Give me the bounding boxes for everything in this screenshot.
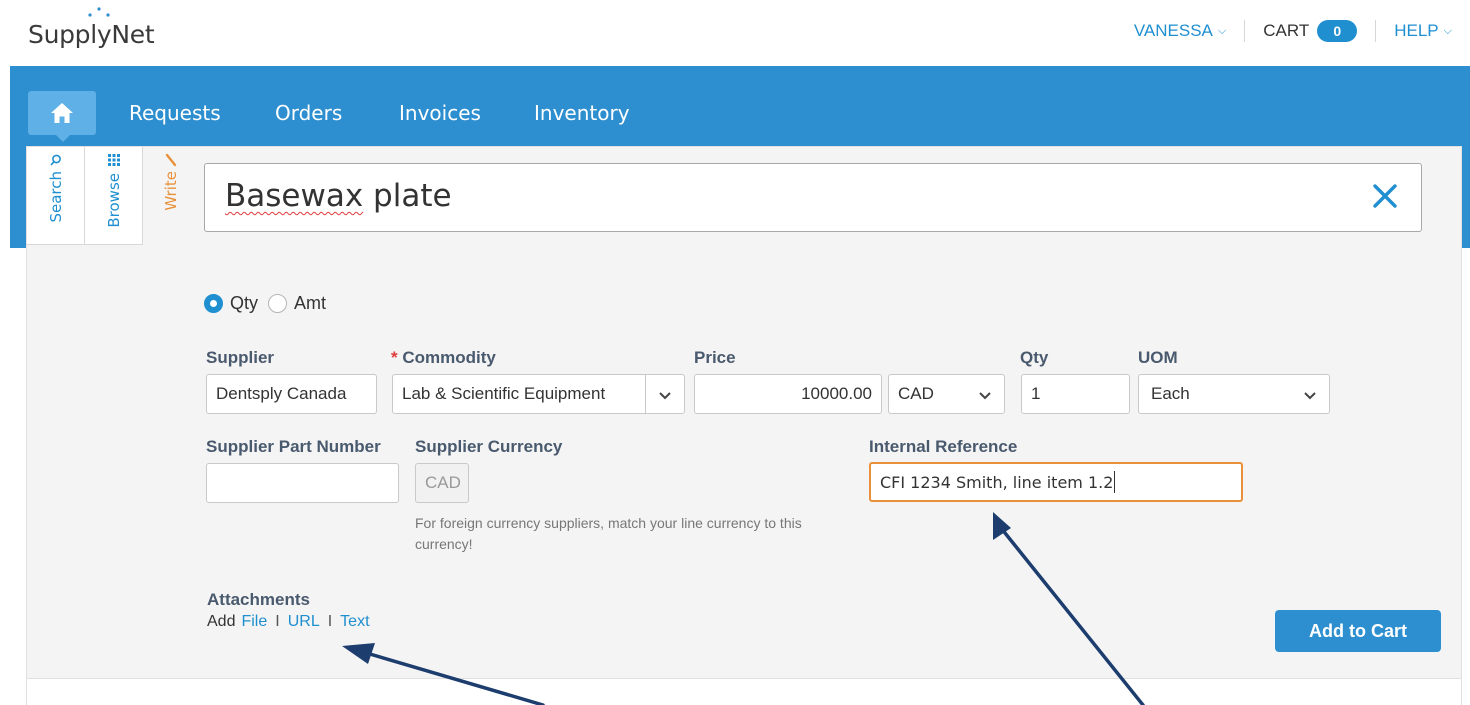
spellcheck-word: Basewax (225, 178, 364, 214)
currency-value: CAD (898, 384, 934, 403)
price-label: Price (694, 348, 736, 367)
internal-reference-input[interactable]: CFI 1234 Smith, line item 1.2 (869, 462, 1243, 502)
qty-radio-label: Qty (230, 293, 259, 313)
commodity-label-text: Commodity (402, 348, 496, 367)
supplier-part-number-input[interactable] (206, 463, 399, 503)
attach-text-link[interactable]: Text (340, 613, 369, 631)
uom-label: UOM (1138, 348, 1178, 367)
commodity-value: Lab & Scientific Equipment (402, 384, 606, 403)
link-separator: I (327, 613, 333, 630)
link-separator: I (275, 613, 280, 630)
panel-footer (26, 679, 1462, 705)
search-icon (49, 154, 61, 166)
chevron-down-icon (979, 392, 991, 400)
item-description-input[interactable]: Basewax plate (204, 163, 1422, 232)
qty-radio[interactable] (204, 294, 223, 313)
tab-browse-label: Browse (104, 173, 123, 228)
amt-radio-label: Amt (294, 293, 327, 313)
item-description-rest: plate (363, 178, 452, 214)
cart-link[interactable]: CART 0 (1263, 20, 1358, 42)
attachments-links: Add File I URL I Text (207, 613, 370, 631)
internal-reference-label: Internal Reference (869, 437, 1018, 456)
chevron-down-icon (659, 392, 671, 400)
supplier-part-number-label: Supplier Part Number (206, 437, 381, 456)
qty-value: 1 (1031, 384, 1041, 403)
user-menu-label: VANESSA (1133, 21, 1213, 40)
supplier-label: Supplier (206, 348, 275, 367)
divider (1244, 20, 1246, 42)
logo-sparkle-icon (88, 7, 110, 17)
cart-count-badge: 0 (1317, 20, 1358, 42)
help-menu[interactable]: HELP ⌵ (1394, 21, 1452, 41)
internal-reference-value: CFI 1234 Smith, line item 1.2 (880, 472, 1114, 492)
qty-amt-toggle: Qty Amt (204, 293, 326, 314)
close-icon[interactable] (1369, 180, 1401, 212)
nav-invoices[interactable]: Invoices (399, 101, 481, 125)
supplier-currency-field: CAD (415, 463, 469, 503)
tab-search-label: Search (46, 171, 65, 223)
text-caret (1114, 471, 1116, 493)
attachments-add-label: Add (207, 613, 236, 630)
supplier-currency-value: CAD (425, 473, 461, 492)
cart-label: CART (1263, 21, 1310, 40)
top-header: SupplyNet VANESSA ⌵ CART 0 HELP ⌵ (0, 0, 1470, 66)
price-input[interactable]: 10000.00 (694, 374, 882, 414)
qty-input[interactable]: 1 (1021, 374, 1130, 414)
user-menu[interactable]: VANESSA ⌵ (1134, 21, 1226, 41)
tab-write-label: Write (162, 171, 180, 211)
pencil-icon (165, 153, 177, 167)
add-to-cart-button[interactable]: Add to Cart (1275, 610, 1441, 652)
price-value: 10000.00 (801, 384, 872, 403)
attachments-title: Attachments (207, 590, 310, 609)
nav-inventory[interactable]: Inventory (534, 101, 630, 125)
divider (1375, 20, 1377, 42)
uom-select[interactable]: Each (1138, 374, 1330, 414)
app-logo[interactable]: SupplyNet (28, 20, 155, 49)
grid-icon (107, 154, 120, 166)
item-description-text: Basewax plate (225, 178, 452, 214)
attach-url-link[interactable]: URL (288, 613, 320, 631)
tab-write[interactable]: Write (143, 147, 199, 245)
commodity-label: * Commodity (391, 348, 496, 368)
amt-radio[interactable] (268, 294, 288, 313)
supplier-currency-help-text: For foreign currency suppliers, match yo… (415, 515, 802, 552)
required-marker: * (391, 348, 398, 367)
request-form-panel: Search Browse Write Basewax plate Qty Am… (26, 146, 1462, 679)
select-divider (645, 375, 646, 413)
home-button[interactable] (28, 91, 96, 142)
chevron-down-icon: ⌵ (1217, 24, 1227, 37)
chevron-down-icon: ⌵ (1443, 24, 1452, 37)
supplier-input[interactable]: Dentsply Canada (206, 374, 377, 414)
attach-file-link[interactable]: File (241, 613, 267, 631)
tab-browse[interactable]: Browse (85, 147, 143, 245)
commodity-select[interactable]: Lab & Scientific Equipment (392, 374, 685, 414)
uom-value: Each (1151, 384, 1190, 403)
nav-requests[interactable]: Requests (129, 101, 221, 125)
chevron-down-icon (1304, 392, 1316, 400)
tab-search[interactable]: Search (27, 147, 85, 245)
account-bar: VANESSA ⌵ CART 0 HELP ⌵ (1134, 20, 1452, 42)
supplier-currency-label: Supplier Currency (415, 437, 563, 456)
home-icon (51, 103, 73, 123)
nav-orders[interactable]: Orders (275, 101, 342, 125)
help-menu-label: HELP (1394, 21, 1439, 40)
qty-label: Qty (1020, 348, 1049, 367)
currency-select[interactable]: CAD (888, 374, 1005, 414)
supplier-value: Dentsply Canada (216, 384, 347, 403)
